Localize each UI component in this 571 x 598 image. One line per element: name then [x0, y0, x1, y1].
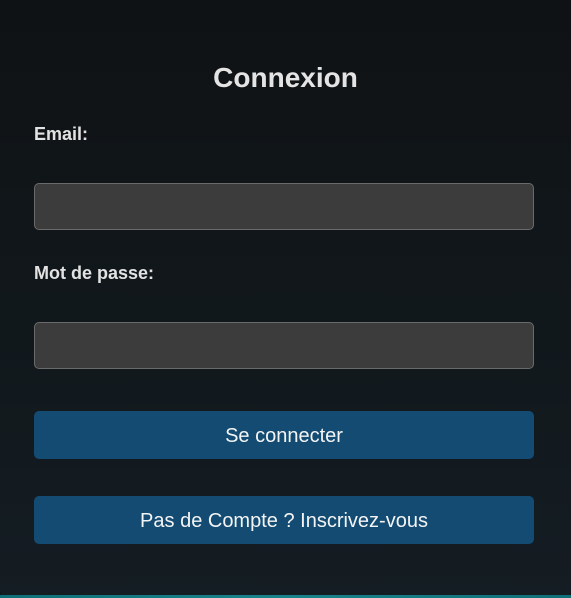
password-field[interactable]	[34, 322, 534, 369]
page-title: Connexion	[213, 62, 358, 93]
signup-button[interactable]: Pas de Compte ? Inscrivez-vous	[34, 496, 534, 544]
login-button[interactable]: Se connecter	[34, 411, 534, 459]
email-label: Email:	[34, 124, 89, 144]
email-field[interactable]	[34, 183, 534, 230]
password-label: Mot de passe:	[34, 263, 155, 283]
login-card: Connexion Email: Mot de passe: Se connec…	[0, 0, 571, 598]
